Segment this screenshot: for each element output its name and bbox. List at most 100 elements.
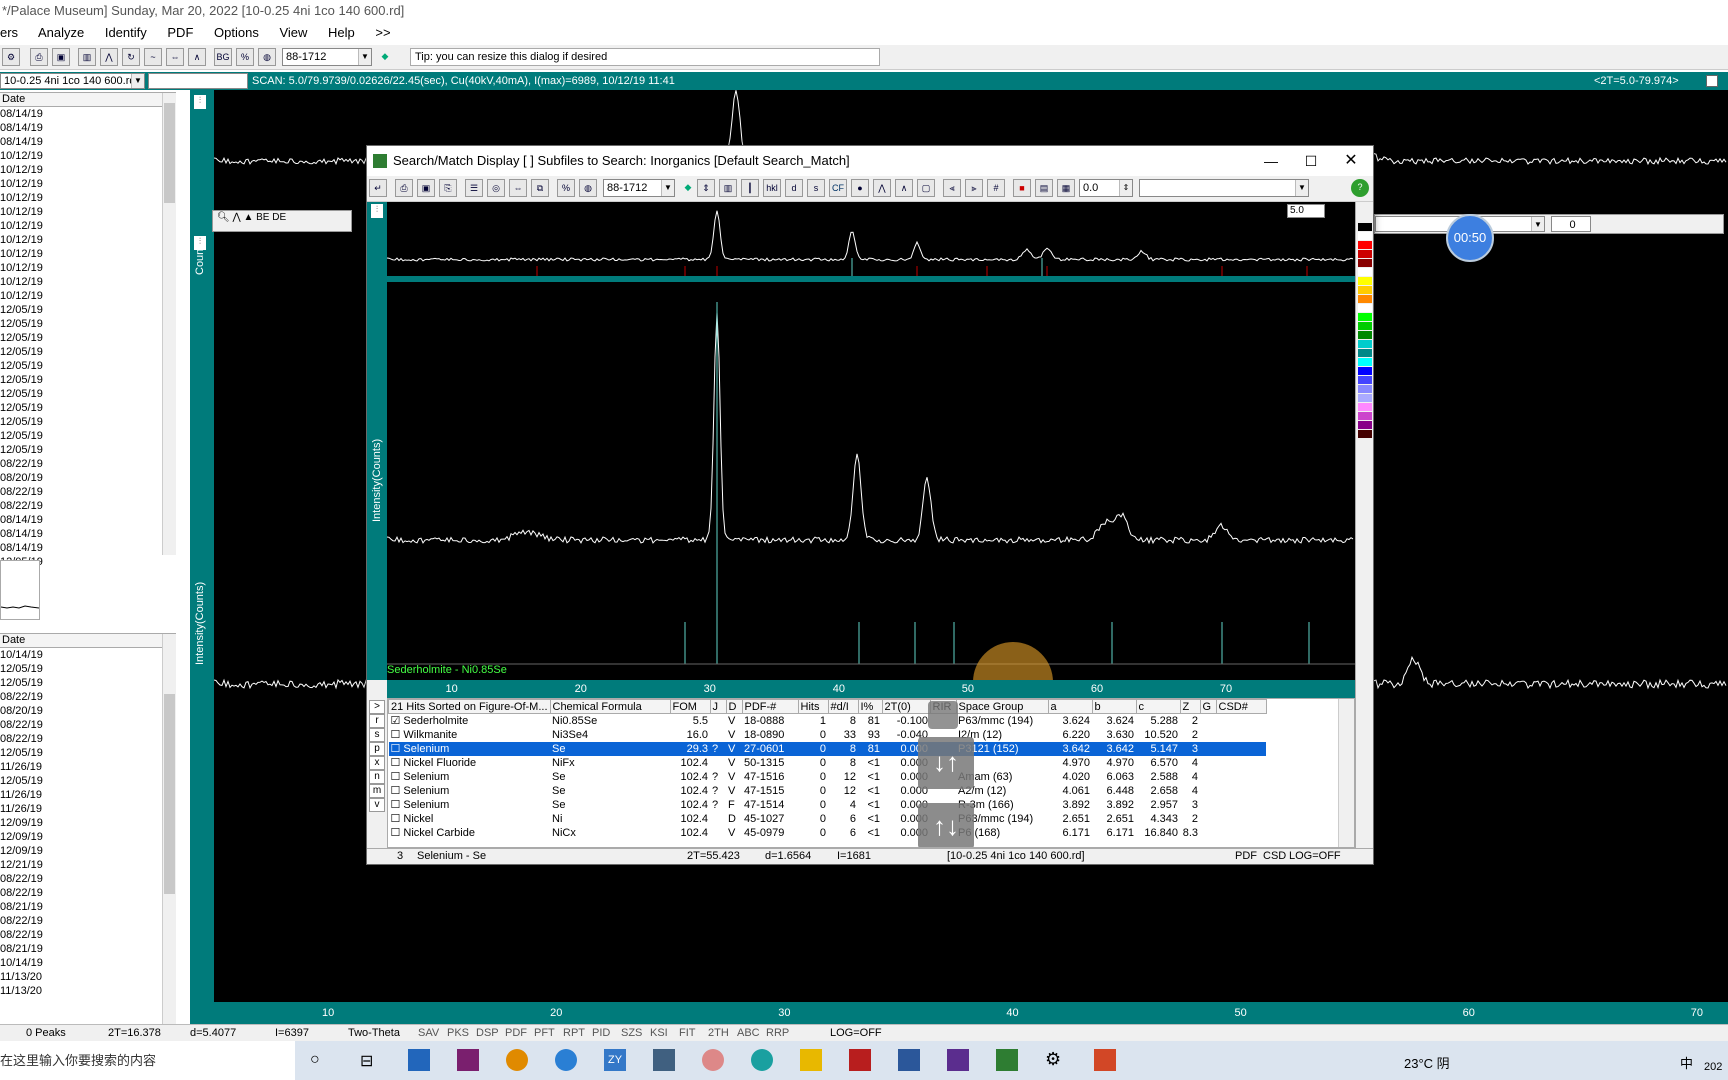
date-row[interactable]: 08/20/19 xyxy=(0,704,176,718)
globe-icon[interactable]: ◍ xyxy=(579,179,597,197)
side-tab[interactable]: s xyxy=(369,728,385,742)
status-button-sav[interactable]: SAV xyxy=(418,1025,439,1041)
date-row[interactable]: 08/22/19 xyxy=(0,485,176,499)
cf-icon[interactable]: CF xyxy=(829,179,847,197)
status-button-ksi[interactable]: KSI xyxy=(650,1025,668,1041)
column-header[interactable]: FOM xyxy=(669,699,711,714)
status-button-pdf[interactable]: PDF xyxy=(505,1025,527,1041)
date-row[interactable]: 10/12/19 xyxy=(0,177,176,191)
date-row[interactable]: 11/26/19 xyxy=(0,788,176,802)
status-button-abc[interactable]: ABC xyxy=(737,1025,760,1041)
maximize-button[interactable]: ☐ xyxy=(1291,146,1331,176)
date-row[interactable]: 08/22/19 xyxy=(0,872,176,886)
profile-icon[interactable]: ∧ xyxy=(188,48,206,66)
date-row[interactable]: 12/05/19 xyxy=(0,303,176,317)
date-row[interactable]: 12/05/19 xyxy=(0,345,176,359)
scale-field[interactable]: 5.0 xyxy=(1287,204,1325,218)
date-row[interactable]: 12/09/19 xyxy=(0,844,176,858)
date-row[interactable]: 08/22/19 xyxy=(0,928,176,942)
date-row[interactable]: 12/05/19 xyxy=(0,359,176,373)
date-row[interactable]: 10/12/19 xyxy=(0,149,176,163)
peak-icon[interactable]: ⋀ xyxy=(100,48,118,66)
dspacing-icon[interactable]: d xyxy=(785,179,803,197)
status-button-pks[interactable]: PKS xyxy=(447,1025,469,1041)
stop-icon[interactable]: ■ xyxy=(1013,179,1031,197)
column-header[interactable]: Chemical Formula xyxy=(549,699,671,714)
edge-icon[interactable] xyxy=(751,1049,773,1071)
app-icon-4[interactable] xyxy=(702,1049,724,1071)
palette-swatch[interactable] xyxy=(1358,367,1372,375)
hit-checkbox[interactable]: ☐ xyxy=(391,771,404,783)
date-row[interactable]: 12/21/19 xyxy=(0,858,176,872)
hit-checkbox[interactable]: ☐ xyxy=(391,743,404,755)
cortana-icon[interactable]: ○ xyxy=(310,1051,320,1069)
hit-checkbox[interactable]: ☐ xyxy=(391,729,404,741)
hit-checkbox[interactable]: ☐ xyxy=(391,813,404,825)
palette-swatch[interactable] xyxy=(1358,304,1372,312)
pin-icon-2[interactable]: ⫶ xyxy=(194,236,206,250)
hit-checkbox[interactable]: ☑ xyxy=(391,715,404,727)
lower-scrollbar[interactable] xyxy=(162,634,176,1029)
menu-identify[interactable]: Identify xyxy=(105,25,147,40)
palette-swatch[interactable] xyxy=(1358,430,1372,438)
column-header[interactable]: G xyxy=(1199,699,1217,714)
numeric-field[interactable]: 0.0 ⇕ xyxy=(1079,179,1133,197)
circle-icon[interactable]: ● xyxy=(851,179,869,197)
gear-icon[interactable]: ⚙ xyxy=(1045,1049,1061,1070)
list-icon[interactable]: ☰ xyxy=(465,179,483,197)
date-row[interactable]: 10/14/19 xyxy=(0,648,176,662)
profile-icon[interactable]: ∧ xyxy=(895,179,913,197)
status-button-pid[interactable]: PID xyxy=(592,1025,610,1041)
taskbar-search[interactable]: 在这里输入你要搜索的内容 xyxy=(0,1041,295,1080)
date-row[interactable]: 08/21/19 xyxy=(0,942,176,956)
dialog-csd-status[interactable]: CSD xyxy=(1263,849,1286,864)
align-left-icon[interactable]: ⫷ xyxy=(943,179,961,197)
date-row[interactable]: 08/22/19 xyxy=(0,457,176,471)
hit-row[interactable]: ☑ Sederholmite Ni0.85Se 5.5 V 18-0888 1 8 81 -0.… xyxy=(389,714,1267,728)
percent-icon[interactable]: % xyxy=(236,48,254,66)
percent-icon[interactable]: % xyxy=(557,179,575,197)
date-row[interactable]: 10/12/19 xyxy=(0,191,176,205)
status-button-dsp[interactable]: DSP xyxy=(476,1025,499,1041)
menu-options[interactable]: Options xyxy=(214,25,259,40)
lower-date-header[interactable]: Date xyxy=(0,634,176,648)
status-button-rpt[interactable]: RPT xyxy=(563,1025,585,1041)
hit-row[interactable]: ☐ Nickel Carbide NiCx 102.4 V 45-0979 0 6 <1 0.0… xyxy=(389,826,1267,840)
menu-users[interactable]: ers xyxy=(0,25,18,40)
pin-icon[interactable]: ⫶ xyxy=(194,95,206,109)
search-app-icon[interactable] xyxy=(506,1049,528,1071)
date-row[interactable]: 08/22/19 xyxy=(0,886,176,900)
date-row[interactable]: 12/05/19 xyxy=(0,429,176,443)
globe-icon[interactable]: ◍ xyxy=(258,48,276,66)
date-row[interactable]: 12/05/19 xyxy=(0,774,176,788)
app-icon-5[interactable] xyxy=(947,1049,969,1071)
status-button-szs[interactable]: SZS xyxy=(621,1025,642,1041)
date-row[interactable]: 08/14/19 xyxy=(0,135,176,149)
bars-icon[interactable]: ▥ xyxy=(719,179,737,197)
zy-icon[interactable]: ZY xyxy=(604,1049,626,1071)
column-header[interactable]: 21 Hits Sorted on Figure-Of-M... xyxy=(388,699,551,714)
dialog-log-status[interactable]: LOG=OFF xyxy=(1289,849,1341,864)
dialog-pattern-plot[interactable]: 5.0 Sederholmite - Ni0.85Se xyxy=(386,201,1355,722)
upper-scrollbar[interactable] xyxy=(162,93,176,555)
minimize-button[interactable]: — xyxy=(1251,146,1291,176)
hit-checkbox[interactable]: ☐ xyxy=(391,785,404,797)
column-header[interactable]: c xyxy=(1135,699,1181,714)
powerpoint-icon[interactable] xyxy=(1094,1049,1116,1071)
date-row[interactable]: 10/12/19 xyxy=(0,289,176,303)
hit-row[interactable]: ☐ Nickel Fluoride NiFx 102.4 V 50-1315 0 8 <1 0.… xyxy=(389,756,1267,770)
grid-icon[interactable]: # xyxy=(987,179,1005,197)
column-header[interactable]: I% xyxy=(857,699,883,714)
menu-analyze[interactable]: Analyze xyxy=(38,25,84,40)
column-header[interactable]: Space Group xyxy=(955,699,1049,714)
palette-swatch[interactable] xyxy=(1358,295,1372,303)
palette-swatch[interactable] xyxy=(1358,286,1372,294)
date-row[interactable]: 10/12/19 xyxy=(0,261,176,275)
date-row[interactable]: 12/05/19 xyxy=(0,443,176,457)
menu-pdf[interactable]: PDF xyxy=(167,25,193,40)
smooth-icon[interactable]: ~ xyxy=(144,48,162,66)
date-row[interactable]: 10/12/19 xyxy=(0,205,176,219)
filter-combo[interactable]: ▼ xyxy=(1139,179,1309,197)
upper-date-header[interactable]: Date xyxy=(0,93,176,107)
palette-swatch[interactable] xyxy=(1358,349,1372,357)
